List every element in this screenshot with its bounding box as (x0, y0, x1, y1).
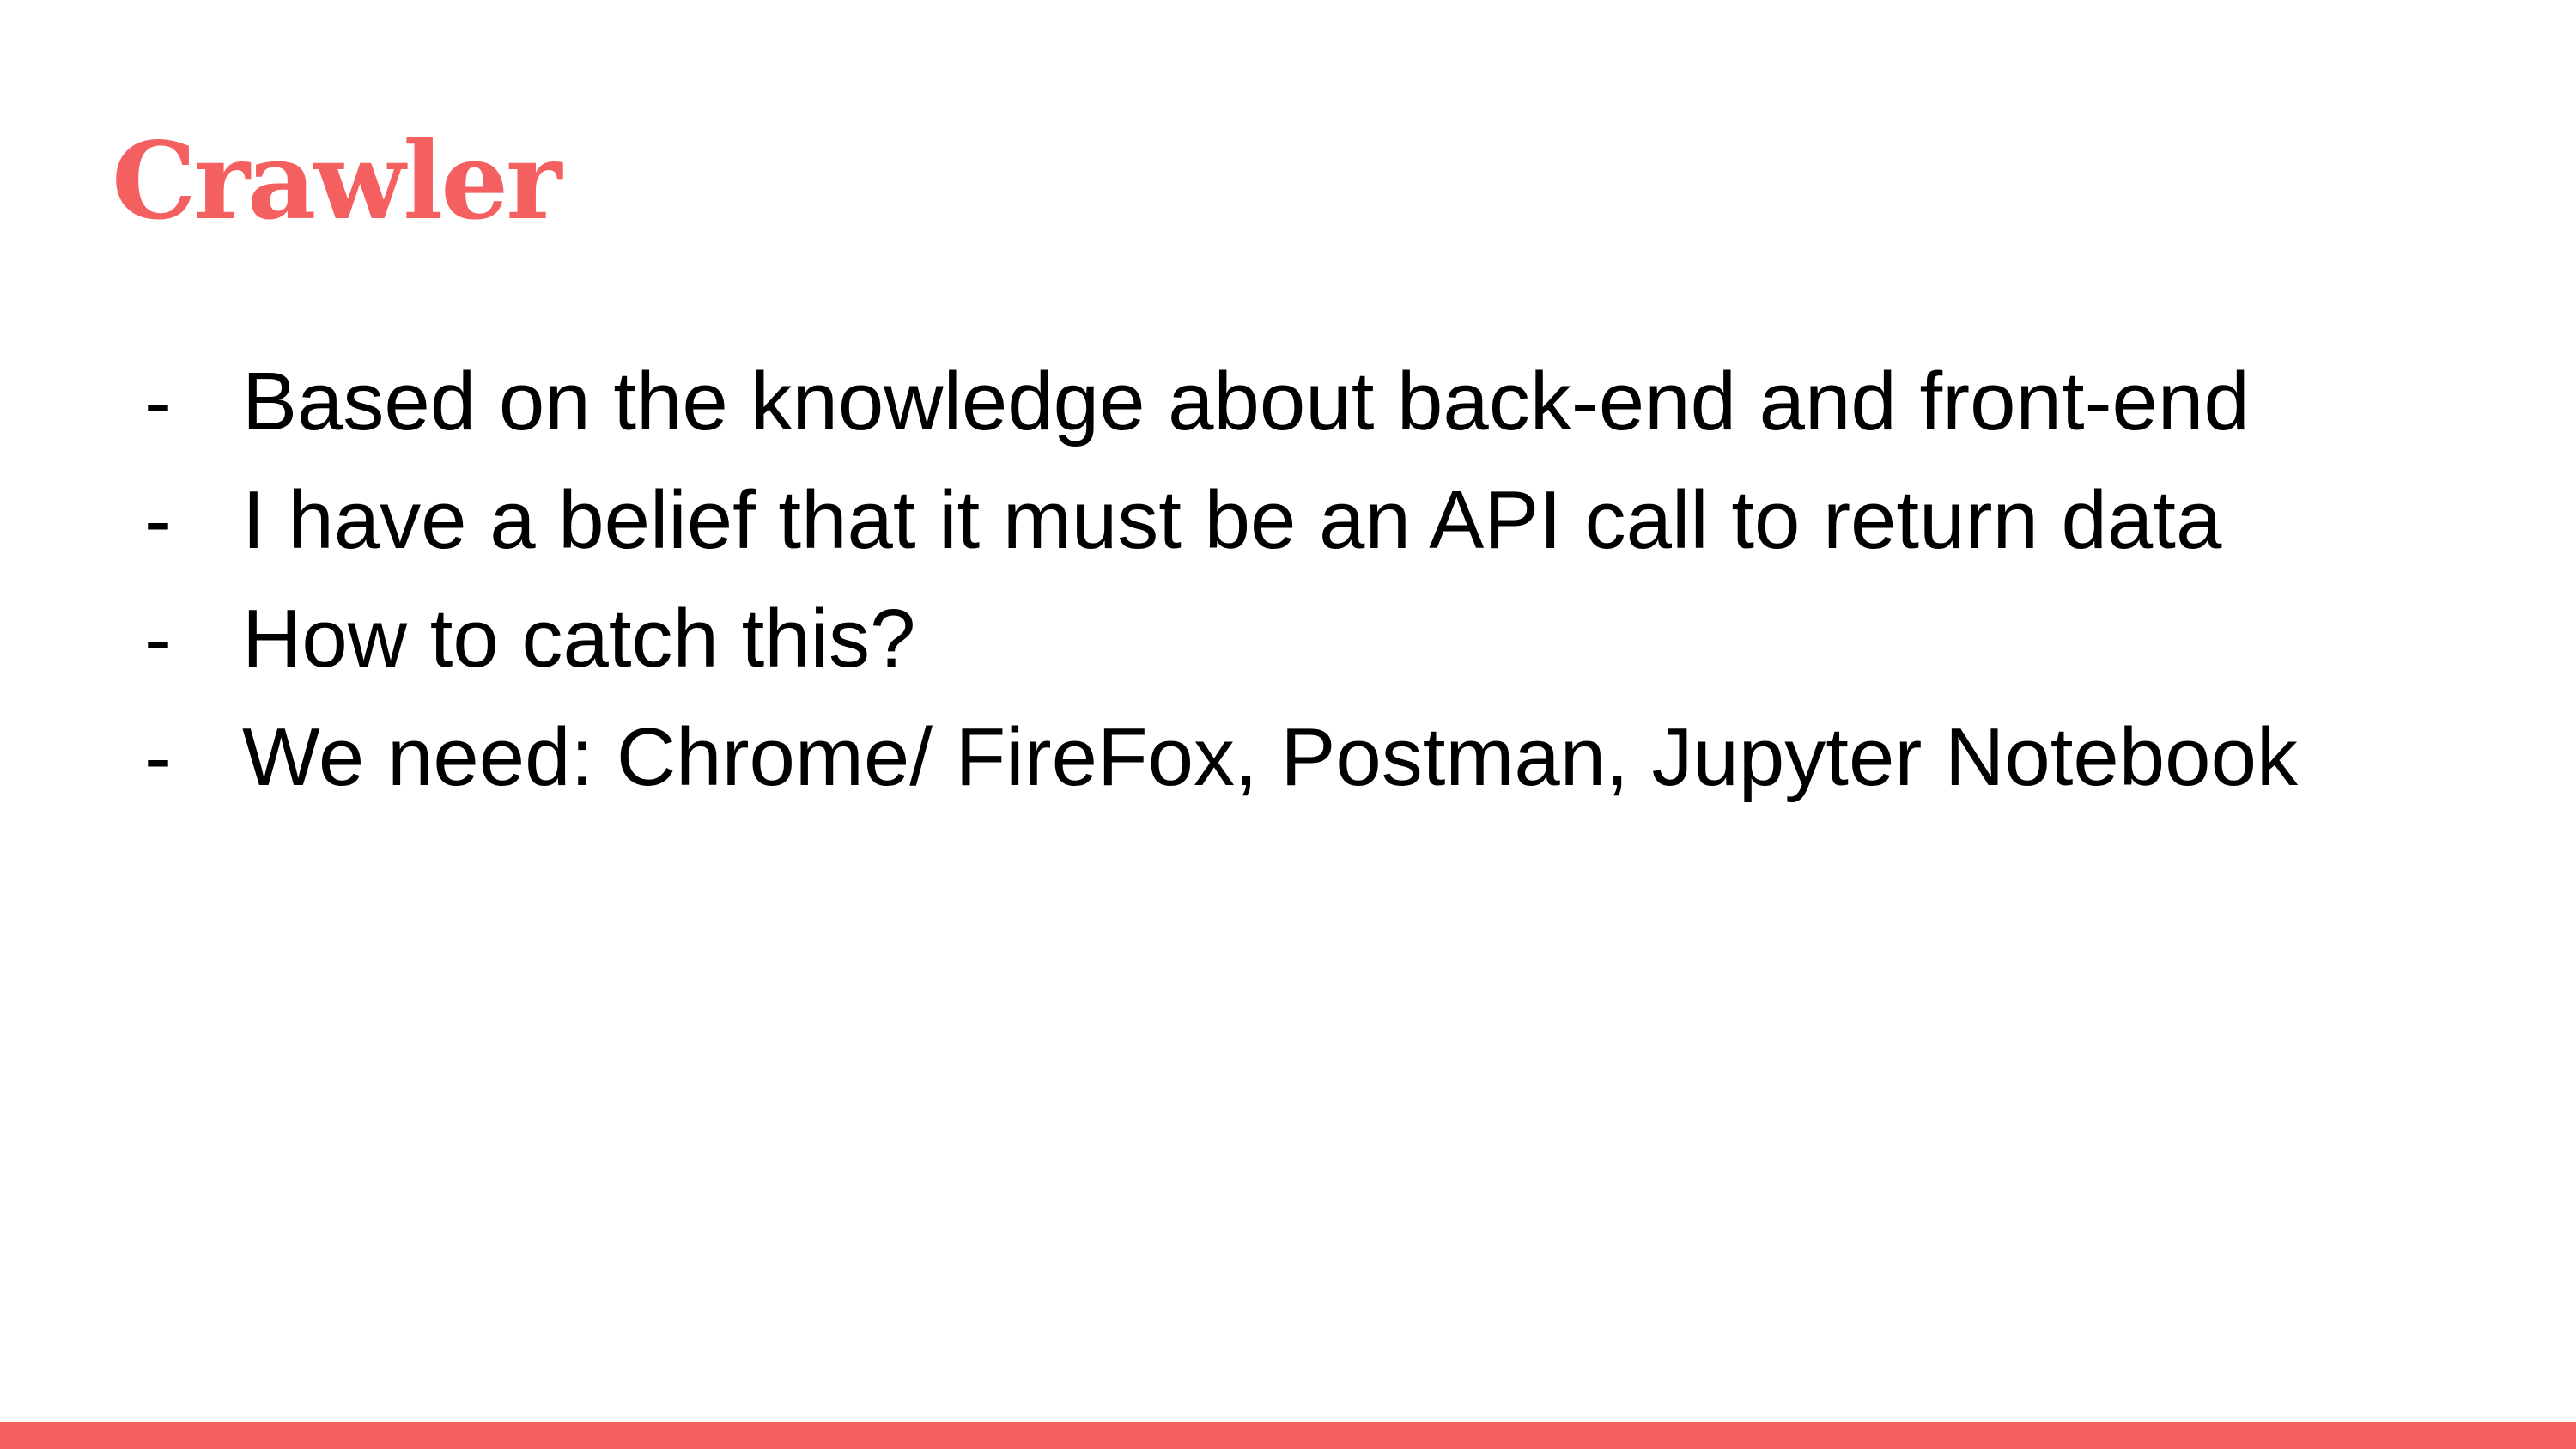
bullet-dash: - (144, 711, 172, 803)
bullet-item: - Based on the knowledge about back-end … (144, 350, 2298, 469)
bullet-dash: - (144, 356, 172, 447)
bullet-item: - How to catch this? (144, 588, 2298, 706)
bullet-dash: - (144, 593, 172, 685)
bullet-text: We need: Chrome/ FireFox, Postman, Jupyt… (242, 711, 2298, 803)
bullet-dash: - (144, 474, 172, 566)
bullet-text: How to catch this? (242, 593, 916, 685)
bullet-list: - Based on the knowledge about back-end … (144, 350, 2298, 825)
slide: Crawler - Based on the knowledge about b… (0, 0, 2576, 1449)
bullet-item: - I have a belief that it must be an API… (144, 469, 2298, 588)
bullet-text: Based on the knowledge about back-end an… (242, 356, 2250, 447)
bullet-text: I have a belief that it must be an API c… (242, 474, 2222, 566)
bullet-item: - We need: Chrome/ FireFox, Postman, Jup… (144, 706, 2298, 825)
slide-title: Crawler (112, 119, 562, 244)
bottom-accent-bar (0, 1422, 2576, 1449)
